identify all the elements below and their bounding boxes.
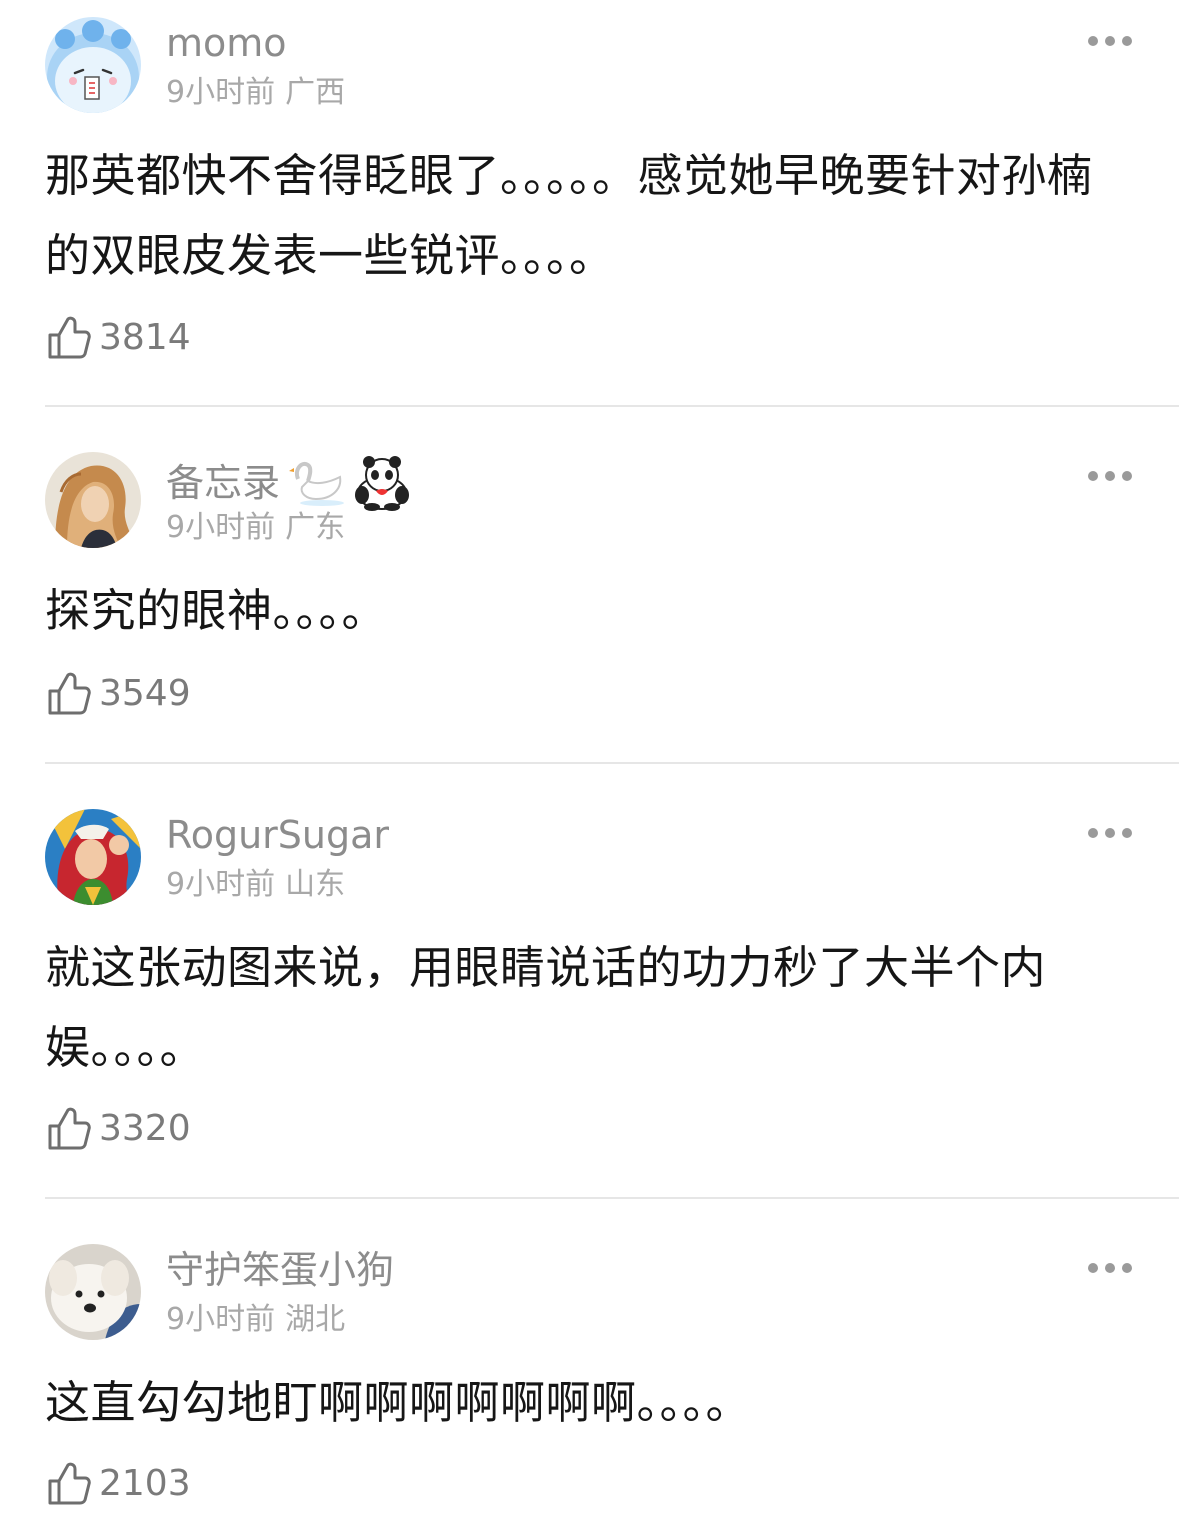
divider <box>45 1197 1179 1199</box>
comment-text: 这直勾勾地盯啊啊啊啊啊啊啊。。。。 <box>45 1376 752 1429</box>
more-dots-icon <box>1088 36 1132 46</box>
comment-region: 广东 <box>285 510 346 545</box>
comment-item: 备忘录 9小时前 广东 探究的眼神。。。。 3549 <box>0 435 1179 761</box>
thumbs-up-icon <box>47 1106 91 1152</box>
avatar[interactable] <box>45 1244 141 1340</box>
more-dots-icon <box>1088 828 1132 838</box>
comment-item: RogurSugar 9小时前 山东 就这张动图来说，用眼睛说话的功力秒了大半个内… <box>0 792 1179 1197</box>
like-count: 3549 <box>99 673 191 714</box>
comment-meta: 9小时前 广西 <box>166 73 345 113</box>
comment-item: momo 9小时前 广西 那英都快不舍得眨眼了。。。。。感觉她早晚要针对孙楠的双眼… <box>0 0 1179 405</box>
comment-meta: 9小时前 山东 <box>166 865 345 905</box>
avatar[interactable] <box>45 452 141 548</box>
like-button[interactable]: 3320 <box>47 1106 191 1152</box>
username-text: momo <box>166 21 287 65</box>
white-puppy-avatar-icon <box>45 1244 141 1340</box>
comment-item: 守护笨蛋小狗 9小时前 湖北 这直勾勾地盯啊啊啊啊啊啊啊。。。。 2103 <box>0 1227 1179 1540</box>
comment-time: 9小时前 <box>166 867 276 902</box>
panda-icon <box>352 455 412 511</box>
username-text: 备忘录 <box>166 461 281 505</box>
comic-heroine-avatar-icon <box>45 809 141 905</box>
comment-time: 9小时前 <box>166 1302 276 1337</box>
swan-icon <box>288 455 348 511</box>
username[interactable]: momo <box>166 20 287 66</box>
username[interactable]: RogurSugar <box>166 812 389 858</box>
like-count: 2103 <box>99 1463 191 1504</box>
comment-text: 那英都快不舍得眨眼了。。。。。感觉她早晚要针对孙楠的双眼皮发表一些锐评。。。。 <box>45 149 1093 282</box>
username-text: 守护笨蛋小狗 <box>166 1248 395 1292</box>
divider <box>45 405 1179 407</box>
comment-text: 就这张动图来说，用眼睛说话的功力秒了大半个内娱。。。。 <box>45 941 1047 1074</box>
like-button[interactable]: 3549 <box>47 671 191 717</box>
comment-region: 湖北 <box>285 1302 346 1337</box>
avatar[interactable] <box>45 809 141 905</box>
comment-meta: 9小时前 湖北 <box>166 1300 345 1340</box>
username[interactable]: 备忘录 <box>166 455 412 511</box>
comment-text: 探究的眼神。。。。 <box>45 584 388 637</box>
username-text: RogurSugar <box>166 813 390 857</box>
thumbs-up-icon <box>47 671 91 717</box>
comment-time: 9小时前 <box>166 75 276 110</box>
more-dots-icon <box>1088 471 1132 481</box>
more-options-button[interactable] <box>1086 34 1134 48</box>
comment-region: 山东 <box>285 867 346 902</box>
more-options-button[interactable] <box>1086 826 1134 840</box>
comment-region: 广西 <box>285 75 346 110</box>
painted-portrait-avatar-icon <box>45 452 141 548</box>
comment-meta: 9小时前 广东 <box>166 508 345 548</box>
username[interactable]: 守护笨蛋小狗 <box>166 1247 394 1293</box>
avatar[interactable] <box>45 17 141 113</box>
blue-blob-avatar-icon <box>45 17 141 113</box>
comment-time: 9小时前 <box>166 510 276 545</box>
like-count: 3814 <box>99 317 191 358</box>
like-count: 3320 <box>99 1108 191 1149</box>
more-options-button[interactable] <box>1086 469 1134 483</box>
divider <box>45 762 1179 764</box>
like-button[interactable]: 3814 <box>47 315 191 361</box>
more-options-button[interactable] <box>1086 1261 1134 1275</box>
user-badges <box>284 455 412 511</box>
thumbs-up-icon <box>47 315 91 361</box>
more-dots-icon <box>1088 1263 1132 1273</box>
thumbs-up-icon <box>47 1461 91 1507</box>
like-button[interactable]: 2103 <box>47 1461 191 1507</box>
